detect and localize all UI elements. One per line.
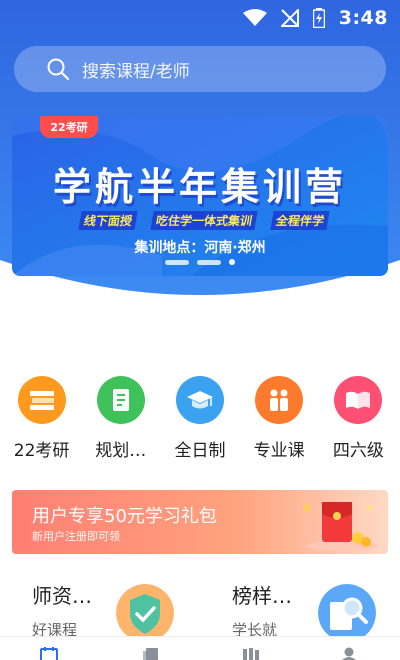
promo-title: 用户专享50元学习礼包 <box>32 506 217 527</box>
graduation-cap-icon <box>175 376 224 424</box>
feature-title: 榜样… <box>232 584 292 608</box>
carousel-indicator <box>12 259 388 265</box>
category-label: 规划… <box>95 441 147 461</box>
open-book-icon <box>334 376 383 424</box>
notes-icon[interactable] <box>142 647 160 660</box>
banner-tag: 22考研 <box>40 116 98 138</box>
profile-icon[interactable] <box>340 647 358 660</box>
category-label: 22考研 <box>13 441 70 461</box>
carousel-dot-active[interactable] <box>229 259 235 265</box>
people-icon <box>255 376 304 424</box>
banner-title: 学航半年集训营 <box>52 165 347 209</box>
category-label: 专业课 <box>253 441 305 461</box>
magnifier-icon <box>318 584 376 642</box>
feature-teachers[interactable]: 师资… 好课程 <box>32 580 92 640</box>
home-screen: 3:48 搜索课程/老师 22考研 学航半年集训营 线下面授 吃住学一体式集训 … <box>0 0 400 660</box>
calendar-icon[interactable] <box>40 647 58 660</box>
status-time: 3:48 <box>338 7 388 29</box>
category-label: 四六级 <box>332 441 384 461</box>
banner-location: 集训地点：河南·郑州 <box>134 240 266 256</box>
search-bar[interactable]: 搜索课程/老师 <box>14 46 386 92</box>
red-envelope-icon <box>303 502 378 551</box>
plan-doc-icon <box>96 376 145 424</box>
category-planning[interactable]: 规划… <box>84 376 158 461</box>
carousel-dot[interactable] <box>165 259 189 265</box>
promo-subtitle: 新用户注册即可领 <box>32 530 120 543</box>
search-icon <box>47 58 70 81</box>
bottom-navigation <box>0 636 400 660</box>
books-icon[interactable] <box>242 647 260 660</box>
promo-banner[interactable]: 22考研 学航半年集训营 线下面授 吃住学一体式集训 全程伴学 集训地点：河南·… <box>12 116 388 276</box>
feature-models[interactable]: 榜样… 学长就 <box>232 580 292 640</box>
new-user-gift-banner[interactable]: 用户专享50元学习礼包 新用户注册即可领 <box>12 490 388 554</box>
category-major[interactable]: 专业课 <box>242 376 316 461</box>
banner-subtitle: 全程伴学 <box>270 211 330 230</box>
category-cet[interactable]: 四六级 <box>321 376 395 461</box>
wifi-icon <box>242 9 267 27</box>
book-stack-icon <box>17 376 66 424</box>
carousel-dot[interactable] <box>197 259 221 265</box>
category-kaoyan[interactable]: 22考研 <box>5 376 79 461</box>
category-label: 全日制 <box>174 441 226 461</box>
battery-icon <box>312 8 325 28</box>
search-placeholder: 搜索课程/老师 <box>82 61 190 82</box>
banner-subtitles: 线下面授 吃住学一体式集训 全程伴学 <box>78 211 330 230</box>
feature-title: 师资… <box>32 584 92 608</box>
no-signal-icon <box>280 9 299 27</box>
banner-subtitle: 线下面授 <box>78 211 138 230</box>
category-grid: 22考研 规划… 全日制 专业课 四六级 <box>0 376 400 461</box>
banner-subtitle: 吃住学一体式集训 <box>150 211 258 230</box>
status-bar: 3:48 <box>0 0 400 36</box>
category-fulltime[interactable]: 全日制 <box>163 376 237 461</box>
teacher-shield-icon <box>116 584 174 642</box>
